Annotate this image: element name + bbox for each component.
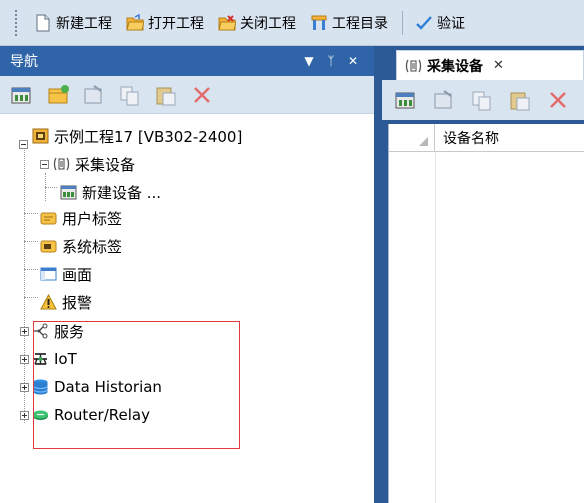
nav-toolbar xyxy=(0,76,374,114)
tree-label-collect-devices: 采集设备 xyxy=(75,155,136,174)
nav-dropdown-button[interactable]: ▼ xyxy=(298,54,320,68)
new-device-icon xyxy=(60,184,77,200)
nav-close-button[interactable]: ✕ xyxy=(342,54,364,68)
highlight-annotation-box xyxy=(33,321,240,449)
tree-line xyxy=(24,241,38,242)
tree-line xyxy=(45,187,57,188)
nav-title: 导航 xyxy=(10,54,38,70)
add-device-icon[interactable] xyxy=(394,88,418,112)
nav-header: 导航 ▼ ᛉ ✕ xyxy=(0,46,374,76)
verify-label: 验证 xyxy=(437,15,465,32)
tree-label-system-tags: 系统标签 xyxy=(62,237,123,256)
open-folder-icon xyxy=(126,13,145,32)
user-tag-icon xyxy=(40,210,57,226)
column-header-device-name[interactable]: 设备名称 xyxy=(435,128,499,148)
close-folder-icon xyxy=(218,14,237,32)
close-project-button[interactable]: 关闭工程 xyxy=(212,8,302,38)
tree-label-user-tags: 用户标签 xyxy=(62,209,123,228)
main-toolbar: 新建工程 打开工程 关闭工程 工程目录 验证 xyxy=(0,0,584,46)
add-device-icon[interactable] xyxy=(10,83,34,107)
new-project-button[interactable]: 新建工程 xyxy=(28,8,118,38)
project-directory-button[interactable]: 工程目录 xyxy=(304,8,394,38)
grid-body[interactable] xyxy=(389,152,584,503)
tree-label-project: 示例工程17 [VB302-2400] xyxy=(54,127,243,146)
warning-icon xyxy=(40,293,57,310)
document-toolbar xyxy=(382,80,584,120)
tree-item-system-tags[interactable]: 系统标签 xyxy=(40,233,122,259)
collect-device-icon xyxy=(53,156,70,172)
properties-icon[interactable] xyxy=(432,88,456,112)
collect-device-icon xyxy=(405,58,422,74)
toolbar-grip[interactable] xyxy=(14,8,18,37)
tab-close-button[interactable]: ✕ xyxy=(493,58,504,73)
tree-label-screen: 画面 xyxy=(62,265,93,284)
panel-splitter[interactable] xyxy=(374,46,382,503)
expand-toggle[interactable] xyxy=(20,354,29,364)
project-directory-label: 工程目录 xyxy=(332,15,388,32)
device-grid: 设备名称 xyxy=(388,123,584,503)
verify-button[interactable]: 验证 xyxy=(409,8,471,38)
tree-label-new-device: 新建设备 ... xyxy=(82,183,162,202)
nav-pin-button[interactable]: ᛉ xyxy=(320,54,342,68)
tab-label: 采集设备 xyxy=(427,58,483,75)
grid-header: 设备名称 xyxy=(389,123,584,152)
toolbar-separator xyxy=(402,10,403,35)
project-icon xyxy=(32,128,49,144)
open-project-button[interactable]: 打开工程 xyxy=(120,8,210,38)
screen-icon xyxy=(40,266,57,282)
copy-icon[interactable] xyxy=(470,88,494,112)
tree-item-alarm[interactable]: 报警 xyxy=(40,289,92,315)
select-all-corner[interactable] xyxy=(389,123,435,152)
close-project-label: 关闭工程 xyxy=(240,15,296,32)
properties-icon[interactable] xyxy=(82,83,106,107)
new-file-icon xyxy=(34,14,52,32)
tree-item-collect-devices[interactable]: 采集设备 xyxy=(40,151,135,177)
tree-item-user-tags[interactable]: 用户标签 xyxy=(40,205,122,231)
navigation-panel: 导航 ▼ ᛉ ✕ 示例工程17 [VB302-2400] 采集设备 新建设备 .… xyxy=(0,46,374,503)
tree-line xyxy=(24,297,38,298)
delete-icon[interactable] xyxy=(190,83,214,107)
paste-icon[interactable] xyxy=(154,83,178,107)
open-project-label: 打开工程 xyxy=(148,15,204,32)
collapse-toggle[interactable] xyxy=(40,159,49,169)
system-tag-icon xyxy=(40,238,57,254)
collapse-toggle[interactable] xyxy=(19,139,28,149)
copy-icon[interactable] xyxy=(118,83,142,107)
tree-item-project[interactable]: 示例工程17 [VB302-2400] xyxy=(19,123,243,149)
paste-icon[interactable] xyxy=(508,88,532,112)
document-panel: 采集设备 ✕ 设备名称 xyxy=(382,46,584,503)
tree-label-alarm: 报警 xyxy=(62,293,93,312)
checkmark-icon xyxy=(415,14,433,32)
document-tab-strip: 采集设备 ✕ xyxy=(382,46,584,80)
delete-icon[interactable] xyxy=(546,88,570,112)
expand-toggle[interactable] xyxy=(20,382,29,392)
expand-toggle[interactable] xyxy=(20,326,29,336)
tab-collect-devices[interactable]: 采集设备 ✕ xyxy=(396,50,584,80)
new-project-label: 新建工程 xyxy=(56,15,112,32)
tree-line xyxy=(24,269,38,270)
tree-item-screen[interactable]: 画面 xyxy=(40,261,92,287)
expand-toggle[interactable] xyxy=(20,410,29,420)
directory-icon xyxy=(310,14,328,32)
add-tag-icon[interactable] xyxy=(46,83,70,107)
tree-line xyxy=(24,213,38,214)
tree-item-new-device[interactable]: 新建设备 ... xyxy=(60,179,161,205)
